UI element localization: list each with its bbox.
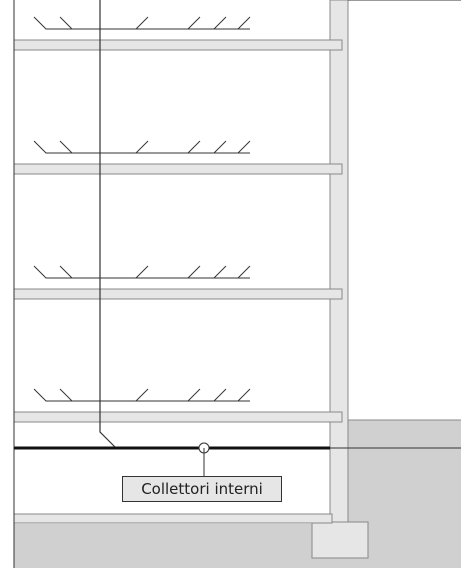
branch-network-floor-1 (33, 388, 251, 402)
exterior-wall (329, 0, 349, 523)
wall-footing (311, 521, 369, 559)
ground-below-foundation (14, 524, 342, 568)
collector-label: Collettori interni (122, 476, 282, 502)
branch-network-floor-2 (33, 265, 251, 279)
branch-network-floor-3 (33, 140, 251, 154)
slab-floor-2 (13, 288, 343, 300)
slab-floor-3 (13, 163, 343, 175)
branch-network-floor-4 (33, 16, 251, 30)
slab-floor-1 (13, 411, 343, 423)
slab-floor-4 (13, 39, 343, 51)
vertical-stack-pipe (99, 0, 117, 449)
slab-basement (13, 513, 333, 524)
